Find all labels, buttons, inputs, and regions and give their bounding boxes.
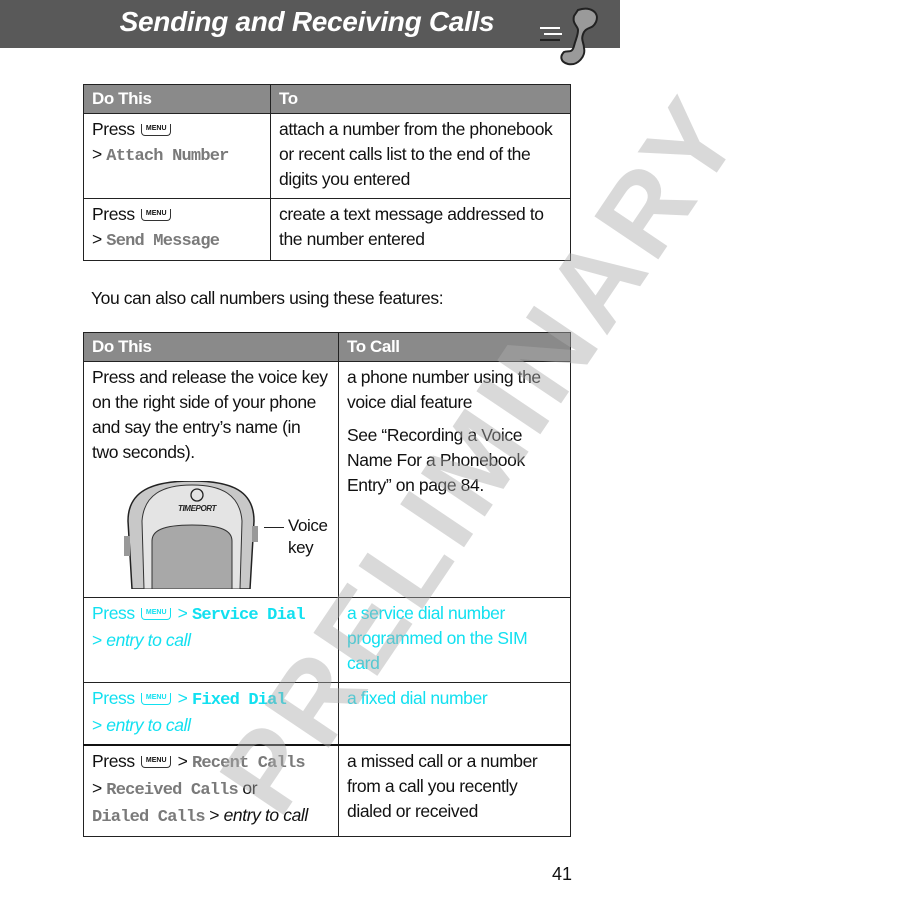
instruction: Press and release the voice key (92, 367, 328, 387)
description: a phone number using the (347, 367, 541, 387)
table-row: Press MENU > Service Dial > entry to cal… (83, 597, 571, 683)
separator: > (177, 603, 188, 623)
menu-item-fixed-dial: Fixed Dial (191, 691, 287, 710)
voice-key-label: key (288, 538, 314, 557)
instruction: two seconds). (92, 442, 195, 462)
table-row: Press MENU > Fixed Dial > entry to call … (83, 682, 571, 746)
description: a missed call or a number (347, 751, 538, 771)
menu-key-icon: MENU (141, 608, 172, 620)
separator: > (92, 715, 102, 735)
description: or recent calls list to the end of the (279, 144, 531, 164)
menu-item-recent-calls: Recent Calls (191, 754, 306, 773)
instruction: on the right side of your phone (92, 392, 317, 412)
menu-item-send-message: Send Message (106, 232, 220, 251)
cross-reference[interactable]: See “Recording a Voice (347, 423, 562, 448)
menu-item-received-calls: Received Calls (106, 781, 238, 800)
separator: > (92, 778, 102, 798)
phone-image: TIMEPORT (124, 481, 258, 589)
separator: > (92, 144, 102, 164)
menu-item-dialed-calls: Dialed Calls (92, 808, 206, 827)
press-text: Press (92, 119, 135, 139)
col-header: To Call (338, 332, 571, 362)
table-row: Press MENU > Attach Number attach a numbe… (83, 113, 571, 199)
phone-brand: TIMEPORT (178, 504, 218, 513)
description: digits you entered (279, 169, 410, 189)
col-header: Do This (83, 84, 271, 114)
chapter-title: Sending and Receiving Calls (119, 6, 495, 37)
menu-item-service-dial: Service Dial (191, 606, 306, 625)
menu-key-icon: MENU (141, 209, 172, 221)
separator: > (209, 805, 220, 825)
col-header: To (270, 84, 571, 114)
description: create a text message addressed to (279, 204, 544, 224)
call-features-table: Do This To Call Press and release the voi… (83, 332, 571, 837)
description: programmed on the SIM (347, 628, 528, 648)
description: a service dial number (347, 603, 505, 623)
menu-key-icon: MENU (141, 756, 172, 768)
conjunction: or (242, 778, 258, 798)
entry-text: entry to call (106, 630, 191, 650)
entry-text: entry to call (223, 805, 309, 825)
menu-key-icon: MENU (141, 124, 172, 136)
entry-text: entry to call (106, 715, 191, 735)
page-number: 41 (552, 864, 573, 884)
table-row: Press and release the voice key on the r… (83, 361, 571, 598)
voice-key-label: Voice (288, 516, 328, 535)
menu-item-attach-number: Attach Number (106, 147, 229, 166)
phone-illustration: TIMEPORT Voice key (92, 479, 330, 597)
separator: > (177, 688, 188, 708)
press-text: Press (92, 688, 135, 708)
cross-reference[interactable]: Name For a Phonebook (347, 448, 562, 473)
phone-handset-icon (540, 7, 598, 66)
press-text: Press (92, 751, 135, 771)
press-text: Press (92, 204, 135, 224)
separator: > (177, 751, 188, 771)
separator: > (92, 630, 102, 650)
description: from a call you recently (347, 776, 518, 796)
separator: > (92, 229, 102, 249)
cross-reference[interactable]: Entry” on page 84. (347, 473, 562, 498)
instruction: and say the entry’s name (in (92, 417, 301, 437)
description: the number entered (279, 229, 425, 249)
description: dialed or received (347, 801, 478, 821)
table-row: Press MENU > Send Message create a text m… (83, 198, 571, 261)
chapter-header: Sending and Receiving Calls (0, 0, 620, 48)
intro-text: You can also call numbers using these fe… (91, 288, 444, 308)
press-text: Press (92, 603, 135, 623)
description: a fixed dial number (347, 688, 488, 708)
menu-key-icon: MENU (141, 693, 172, 705)
actions-table: Do This To Press MENU > Attach Number atta… (83, 84, 571, 261)
table-row: Press MENU > Recent Calls > Received Cal… (83, 744, 571, 837)
description: card (347, 653, 380, 673)
col-header: Do This (83, 332, 339, 362)
description: attach a number from the phonebook (279, 119, 553, 139)
callout-line (264, 527, 284, 528)
description: voice dial feature (347, 392, 473, 412)
